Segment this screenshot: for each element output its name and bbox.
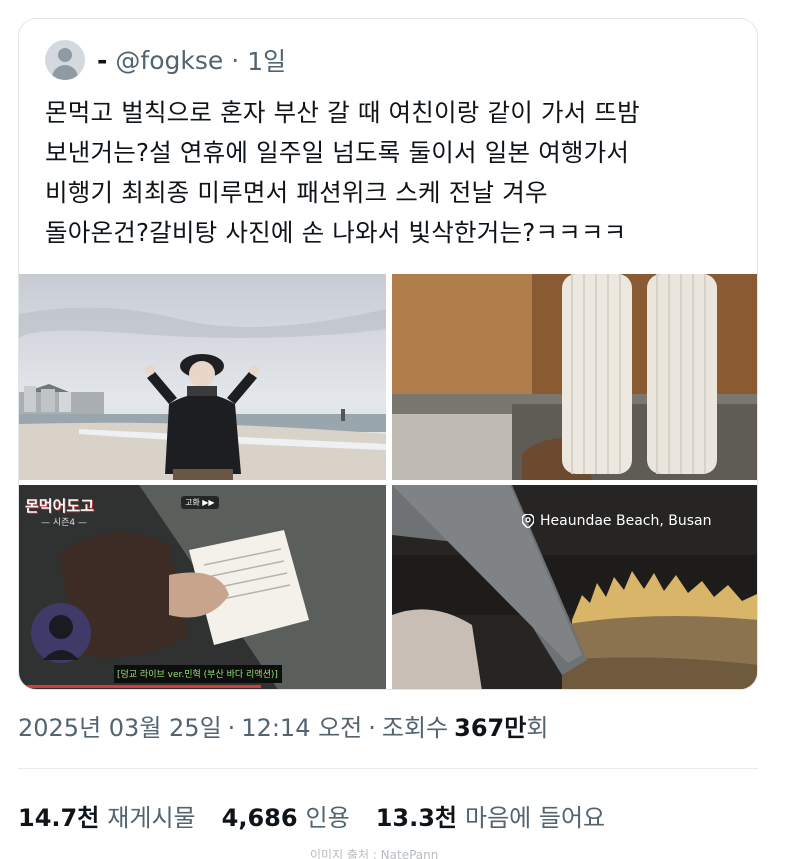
video-show-title: 몬먹어도고 <box>25 497 95 515</box>
views-unit: 회 <box>526 714 549 742</box>
quoted-tweet-header: - @fogkse · 1일 <box>45 39 286 81</box>
tweet-time-of-day[interactable]: 12:14 오전 <box>241 708 362 743</box>
tweet-time[interactable]: 1일 <box>247 42 286 78</box>
beach-photo[interactable] <box>19 274 386 480</box>
default-avatar-icon[interactable] <box>45 40 85 80</box>
image-source-credit: 이미지 출처 : NatePann <box>310 848 439 859</box>
retweets-label: 재게시물 <box>107 804 196 832</box>
retweets-stat[interactable]: 14.7천 재게시물 <box>18 798 196 833</box>
views-count[interactable]: 367만회 <box>454 708 548 743</box>
location-label: Heaundae Beach, Busan <box>540 513 712 529</box>
video-caption: [덩교 라이브 ver.민혁 (부산 바다 리액션)] <box>117 670 278 680</box>
display-name[interactable]: - <box>97 46 107 75</box>
divider <box>18 768 758 769</box>
video-thumbnail[interactable]: 몬먹어도고 — 시즌4 — 고화 ▶▶ [덩교 라이브 ver.민혁 (부산 바… <box>19 485 386 689</box>
separator-dot: · <box>231 45 240 75</box>
quotes-label: 인용 <box>305 804 350 832</box>
quotes-stat[interactable]: 4,686 인용 <box>222 798 350 833</box>
retweets-count: 14.7천 <box>18 804 100 832</box>
tweet-date[interactable]: 2025년 03월 25일 <box>18 708 222 743</box>
user-handle[interactable]: @fogkse <box>115 46 223 75</box>
socks-photo[interactable] <box>392 274 757 480</box>
likes-stat[interactable]: 13.3천 마음에 들어요 <box>376 798 605 833</box>
engagement-stats: 14.7천 재게시물 4,686 인용 13.3천 마음에 들어요 <box>18 798 605 833</box>
meta-separator: · <box>227 714 236 742</box>
tweet-metadata: 2025년 03월 25일 · 12:14 오전 · 조회수 367만회 <box>18 708 548 743</box>
video-quality-badge: 고화 ▶▶ <box>181 496 219 509</box>
quoted-tweet-card[interactable]: - @fogkse · 1일 몬먹고 벌칙으로 혼자 부산 갈 때 여친이랑 같… <box>18 18 758 690</box>
location-photo[interactable]: Heaundae Beach, Busan <box>392 485 757 689</box>
location-tag[interactable]: Heaundae Beach, Busan <box>521 513 712 529</box>
meta-separator: · <box>368 714 376 742</box>
likes-count: 13.3천 <box>375 804 458 832</box>
views-value: 367만 <box>454 714 527 742</box>
likes-label: 마음에 들어요 <box>465 804 606 832</box>
quotes-count: 4,686 <box>221 804 298 832</box>
video-show-subtitle: — 시즌4 — <box>41 518 88 528</box>
quoted-author: - @fogkse · 1일 <box>97 42 286 78</box>
quoted-tweet-text: 몬먹고 벌칙으로 혼자 부산 갈 때 여친이랑 같이 가서 뜨밤 보낸거는?설 … <box>45 98 640 247</box>
media-grid: 몬먹어도고 — 시즌4 — 고화 ▶▶ [덩교 라이브 ver.민혁 (부산 바… <box>19 274 757 689</box>
views-label: 조회수 <box>381 714 449 742</box>
location-pin-icon <box>521 513 535 529</box>
